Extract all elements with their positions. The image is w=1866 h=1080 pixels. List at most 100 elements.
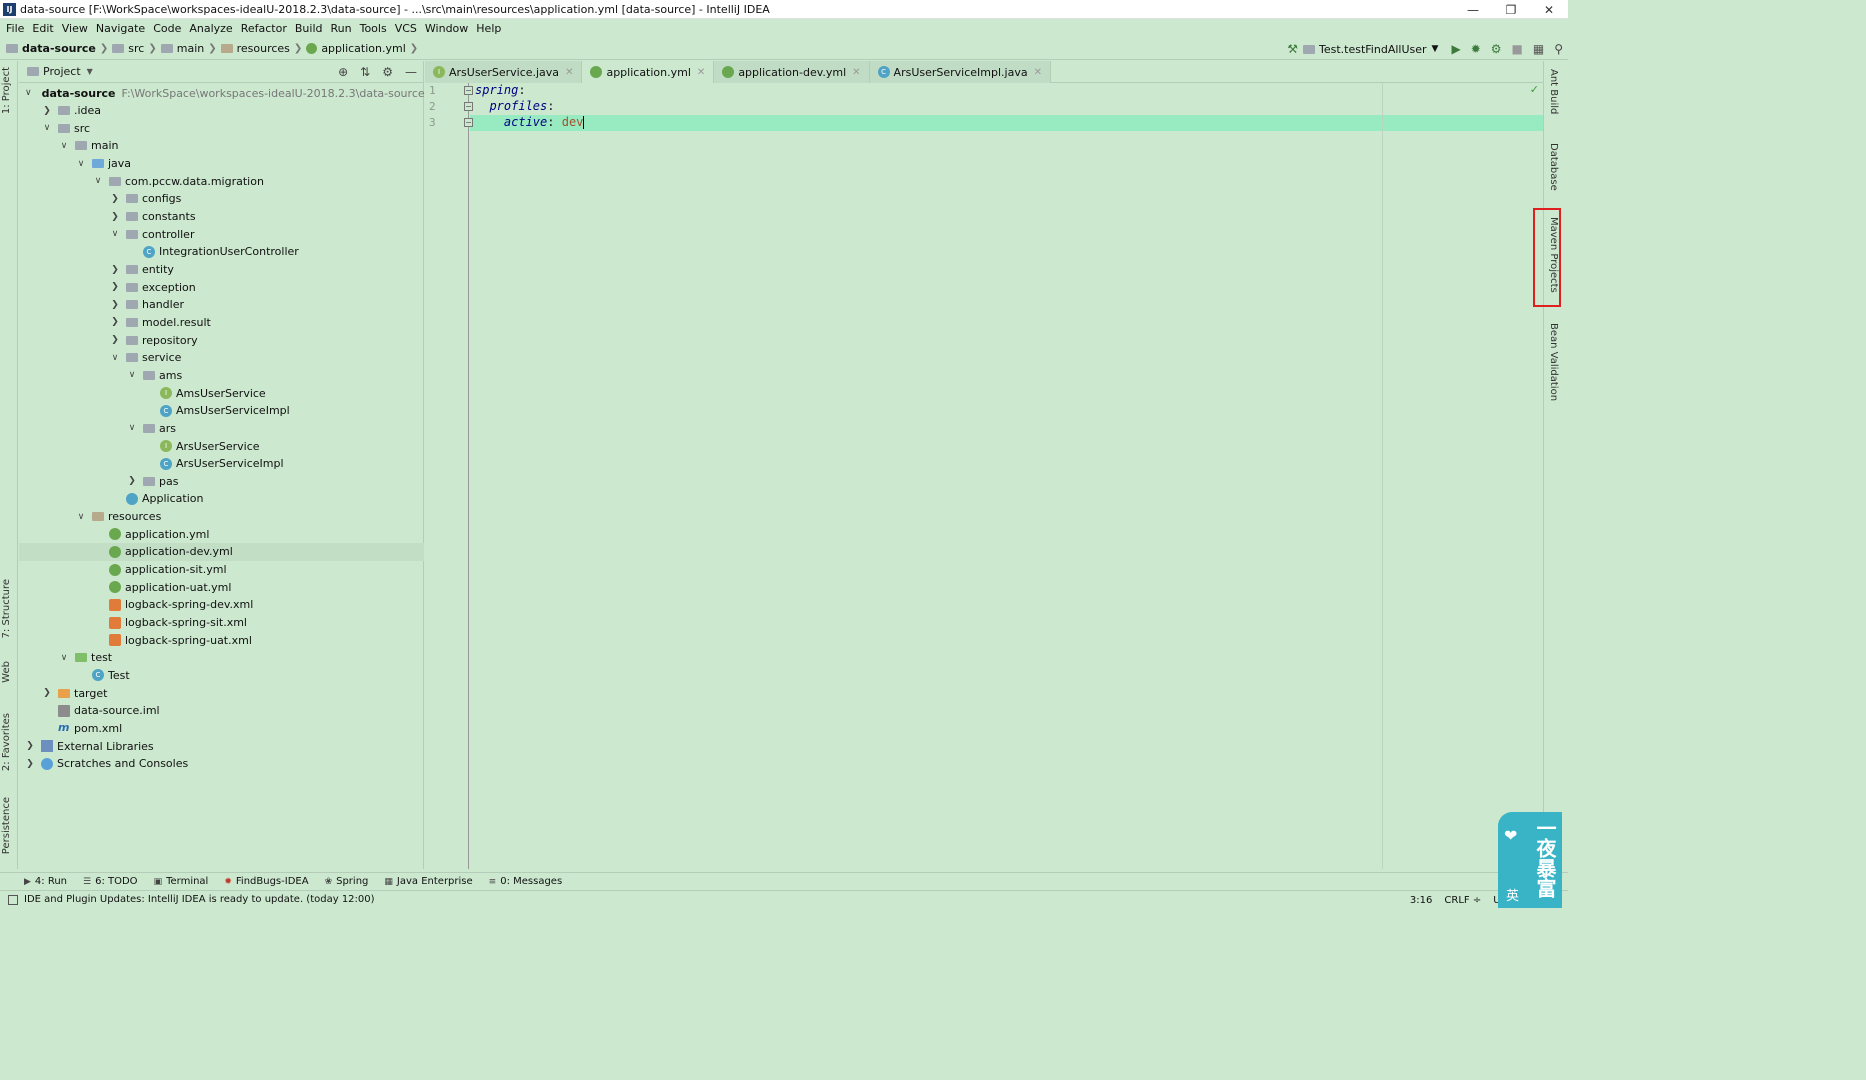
menu-refactor[interactable]: Refactor: [237, 22, 291, 35]
tree-item[interactable]: data-source.iml: [19, 702, 424, 720]
tool-tab-structure[interactable]: 7: Structure: [1, 579, 12, 638]
menu-tools[interactable]: Tools: [356, 22, 391, 35]
tree-item[interactable]: logback-spring-uat.xml: [19, 631, 424, 649]
menu-view[interactable]: View: [58, 22, 92, 35]
menu-edit[interactable]: Edit: [28, 22, 57, 35]
breadcrumb-item-src[interactable]: src: [128, 42, 144, 55]
tree-item[interactable]: ❯ exception: [19, 278, 424, 296]
bottom-tool-button[interactable]: ❀ Spring: [325, 876, 369, 887]
code-line[interactable]: spring:: [475, 83, 526, 97]
chevron-down-icon[interactable]: ∨: [76, 159, 86, 169]
menu-analyze[interactable]: Analyze: [185, 22, 236, 35]
tree-item[interactable]: C AmsUserServiceImpl: [19, 402, 424, 420]
minimize-icon[interactable]: —: [1454, 0, 1492, 19]
project-structure-icon[interactable]: ▦: [1533, 42, 1544, 56]
status-square-icon[interactable]: [8, 894, 18, 905]
editor-tab[interactable]: application-dev.yml ✕: [714, 61, 870, 83]
build-hammer-icon[interactable]: ⚒: [1287, 42, 1298, 56]
status-message[interactable]: IDE and Plugin Updates: IntelliJ IDEA is…: [24, 894, 375, 905]
bottom-tool-button[interactable]: ▦ Java Enterprise: [384, 876, 472, 887]
search-icon[interactable]: ⚲: [1554, 42, 1563, 56]
hide-icon[interactable]: —: [405, 65, 417, 79]
tree-item[interactable]: application-sit.yml: [19, 561, 424, 579]
chevron-down-icon[interactable]: ▼: [87, 67, 93, 76]
chevron-down-icon[interactable]: ∨: [127, 370, 137, 380]
close-tab-icon[interactable]: ✕: [565, 67, 573, 78]
chevron-right-icon[interactable]: ❯: [110, 335, 120, 345]
close-tab-icon[interactable]: ✕: [697, 67, 705, 78]
tree-item[interactable]: ∨ controller: [19, 225, 424, 243]
tree-item[interactable]: ∨ com.pccw.data.migration: [19, 172, 424, 190]
tree-item[interactable]: I ArsUserService: [19, 437, 424, 455]
tool-tab-database[interactable]: Database: [1548, 143, 1559, 191]
tree-item[interactable]: ❯ target: [19, 684, 424, 702]
close-tab-icon[interactable]: ✕: [1034, 67, 1042, 78]
run-icon[interactable]: ▶: [1451, 42, 1460, 56]
stop-icon[interactable]: ■: [1512, 42, 1523, 56]
bottom-tool-button[interactable]: ▶ 4: Run: [24, 876, 67, 887]
bottom-tool-button[interactable]: ▣ Terminal: [154, 876, 209, 887]
tree-item[interactable]: m pom.xml: [19, 719, 424, 737]
tree-item[interactable]: ∨ resources: [19, 508, 424, 526]
chevron-down-icon[interactable]: ∨: [76, 512, 86, 522]
tree-item[interactable]: ∨ ars: [19, 419, 424, 437]
tree-item[interactable]: I AmsUserService: [19, 384, 424, 402]
chevron-right-icon[interactable]: ❯: [25, 759, 35, 769]
breadcrumb-item-resources[interactable]: resources: [237, 42, 290, 55]
tree-item[interactable]: ∨ data-source F:\WorkSpace\workspaces-idea…: [19, 84, 425, 102]
editor-tab[interactable]: application.yml ✕: [582, 61, 715, 83]
tree-item[interactable]: ❯ model.result: [19, 313, 424, 331]
chevron-right-icon[interactable]: ❯: [110, 300, 120, 310]
chevron-right-icon[interactable]: ❯: [110, 212, 120, 222]
chevron-right-icon[interactable]: ❯: [110, 194, 120, 204]
tree-item[interactable]: Application: [19, 490, 424, 508]
code-editor[interactable]: 1 2 3 − − − spring: profiles: active: de…: [425, 83, 1543, 869]
bottom-tool-button[interactable]: ✹ FindBugs-IDEA: [224, 876, 308, 887]
tree-item[interactable]: ∨ java: [19, 155, 424, 173]
chevron-down-icon[interactable]: ∨: [42, 123, 52, 133]
tool-tab-web[interactable]: Web: [1, 661, 12, 683]
tree-item[interactable]: ❯ entity: [19, 261, 424, 279]
coverage-icon[interactable]: ⚙: [1491, 42, 1502, 56]
tree-item[interactable]: logback-spring-sit.xml: [19, 614, 424, 632]
tree-item[interactable]: ∨ main: [19, 137, 424, 155]
restore-icon[interactable]: ❐: [1492, 0, 1530, 19]
tree-item[interactable]: application-dev.yml: [19, 542, 424, 561]
chevron-down-icon[interactable]: ∨: [127, 423, 137, 433]
chevron-right-icon[interactable]: ❯: [127, 476, 137, 486]
tree-item[interactable]: C ArsUserServiceImpl: [19, 455, 424, 473]
chevron-down-icon[interactable]: ∨: [59, 653, 69, 663]
chevron-down-icon[interactable]: ∨: [25, 88, 32, 98]
menu-vcs[interactable]: VCS: [391, 22, 421, 35]
caret-position[interactable]: 3:16: [1410, 895, 1432, 906]
tree-item[interactable]: ∨ service: [19, 349, 424, 367]
tree-item[interactable]: application.yml: [19, 525, 424, 543]
tree-item[interactable]: logback-spring-dev.xml: [19, 596, 424, 614]
tree-item[interactable]: application-uat.yml: [19, 578, 424, 596]
tree-item[interactable]: ❯ .idea: [19, 102, 424, 120]
menu-help[interactable]: Help: [472, 22, 505, 35]
chevron-right-icon[interactable]: ❯: [110, 317, 120, 327]
bottom-tool-button[interactable]: ≡ 0: Messages: [489, 876, 563, 887]
tool-tab-favorites[interactable]: 2: Favorites: [1, 713, 12, 771]
tree-item[interactable]: C Test: [19, 666, 424, 684]
code-line[interactable]: profiles:: [475, 99, 554, 113]
tool-tab-bean-validation[interactable]: Bean Validation: [1548, 323, 1559, 401]
chevron-right-icon[interactable]: ❯: [110, 265, 120, 275]
close-tab-icon[interactable]: ✕: [852, 67, 860, 78]
chevron-right-icon[interactable]: ❯: [25, 741, 35, 751]
editor-tab[interactable]: I ArsUserService.java ✕: [425, 61, 583, 83]
run-configuration-select[interactable]: Test.testFindAllUser ▼: [1303, 43, 1438, 56]
tree-item[interactable]: ❯ repository: [19, 331, 424, 349]
menu-navigate[interactable]: Navigate: [92, 22, 149, 35]
tree-item[interactable]: ∨ src: [19, 119, 424, 137]
close-icon[interactable]: ✕: [1530, 0, 1568, 19]
locate-icon[interactable]: ⊕: [338, 65, 348, 79]
chevron-right-icon[interactable]: ❯: [42, 688, 52, 698]
chevron-down-icon[interactable]: ∨: [93, 176, 103, 186]
tree-item[interactable]: ∨ ams: [19, 366, 424, 384]
chevron-down-icon[interactable]: ∨: [59, 141, 69, 151]
line-separator[interactable]: CRLF ÷: [1444, 895, 1481, 906]
bottom-tool-button[interactable]: ☰ 6: TODO: [83, 876, 138, 887]
chevron-down-icon[interactable]: ∨: [110, 229, 120, 239]
